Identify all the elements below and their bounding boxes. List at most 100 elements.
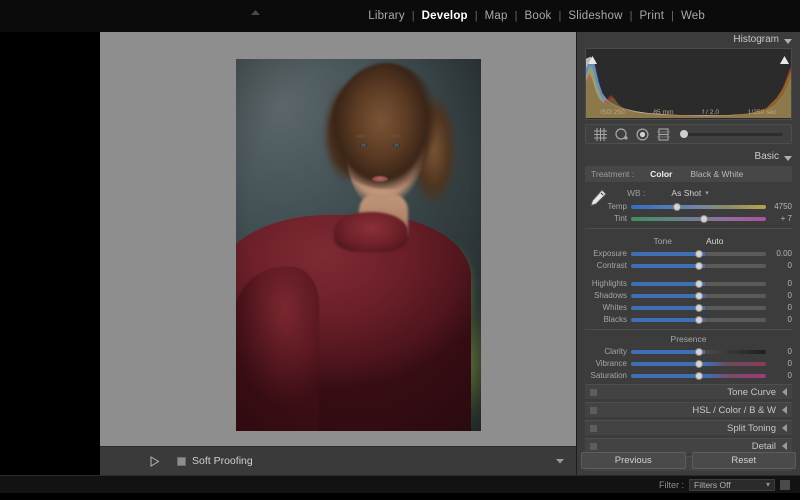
histogram-collapse-chevron-down-icon[interactable]	[784, 31, 792, 49]
slider-shadows-knob[interactable]	[694, 291, 703, 300]
slider-highlights-track[interactable]	[631, 279, 766, 288]
panel-detail[interactable]: Detail	[585, 438, 792, 453]
module-map[interactable]: Map	[478, 10, 515, 22]
previous-button[interactable]: Previous	[581, 452, 686, 469]
slider-whites[interactable]: Whites 0	[585, 302, 792, 313]
slider-vibrance-label: Vibrance	[595, 359, 627, 368]
slider-saturation[interactable]: Saturation 0	[585, 370, 792, 381]
treatment-row: Treatment : Color Black & White	[585, 166, 792, 182]
slider-exposure[interactable]: Exposure 0.00	[585, 248, 792, 259]
image-canvas[interactable]	[100, 32, 576, 446]
treatment-bw-option[interactable]: Black & White	[690, 169, 743, 179]
chevron-left-icon[interactable]	[782, 401, 788, 419]
wb-value[interactable]: As Shot	[671, 188, 701, 198]
slider-whites-label: Whites	[602, 303, 627, 312]
slider-whites-value[interactable]: 0	[766, 303, 792, 312]
slider-exposure-value[interactable]: 0.00	[766, 249, 792, 258]
filter-select[interactable]: Filters Off ▾	[689, 478, 775, 491]
treatment-color-option[interactable]: Color	[650, 169, 672, 179]
histogram-header[interactable]: Histogram	[581, 32, 796, 47]
slider-shadows-track[interactable]	[631, 291, 766, 300]
panel-switch-icon[interactable]	[590, 442, 597, 450]
slider-clarity-knob[interactable]	[694, 347, 703, 356]
graduated-filter-icon[interactable]	[657, 127, 670, 141]
white-balance-selector-icon[interactable]	[587, 187, 609, 209]
slider-vibrance-value[interactable]: 0	[766, 359, 792, 368]
slider-exposure-knob[interactable]	[694, 249, 703, 258]
panel-switch-icon[interactable]	[590, 424, 597, 432]
slider-shadows-value[interactable]: 0	[766, 291, 792, 300]
brush-size-knob[interactable]	[680, 130, 688, 138]
module-slideshow[interactable]: Slideshow	[561, 10, 629, 22]
slider-blacks-track[interactable]	[631, 315, 766, 324]
slider-tint[interactable]: Tint + 7	[585, 213, 792, 224]
slider-highlights[interactable]: Highlights 0	[585, 278, 792, 289]
slider-vibrance-track[interactable]	[631, 359, 766, 368]
chevron-left-icon[interactable]	[782, 383, 788, 401]
slider-saturation-knob[interactable]	[694, 371, 703, 380]
slider-tint-knob[interactable]	[699, 214, 708, 223]
panel-switch-icon[interactable]	[590, 388, 597, 396]
slider-temp-value[interactable]: 4750	[766, 202, 792, 211]
slider-vibrance[interactable]: Vibrance 0	[585, 358, 792, 369]
slider-blacks[interactable]: Blacks 0	[585, 314, 792, 325]
crop-overlay-icon[interactable]	[594, 127, 607, 141]
chevron-left-icon[interactable]	[782, 419, 788, 437]
filter-label: Filter :	[658, 479, 684, 490]
module-print[interactable]: Print	[632, 10, 671, 22]
slider-contrast[interactable]: Contrast 0	[585, 260, 792, 271]
slider-clarity[interactable]: Clarity 0	[585, 346, 792, 357]
slider-temp-track[interactable]	[631, 202, 766, 211]
panel-switch-icon[interactable]	[590, 406, 597, 414]
brush-size-slider[interactable]	[680, 130, 783, 138]
reset-button[interactable]: Reset	[691, 452, 796, 469]
module-web[interactable]: Web	[674, 10, 712, 22]
basic-panel-header[interactable]: Basic	[581, 149, 796, 164]
filter-chevron-down-icon[interactable]: ▾	[766, 480, 770, 489]
toolbar-chevron-down-icon[interactable]	[554, 457, 566, 465]
slider-highlights-knob[interactable]	[694, 279, 703, 288]
slider-blacks-knob[interactable]	[694, 315, 703, 324]
module-library[interactable]: Library	[361, 10, 412, 22]
panel-tone-curve[interactable]: Tone Curve	[585, 384, 792, 399]
panel-hsl-color-bw[interactable]: HSL / Color / B & W	[585, 402, 792, 417]
slider-clarity-track[interactable]	[631, 347, 766, 356]
slider-saturation-track[interactable]	[631, 371, 766, 380]
shadow-clipping-icon[interactable]	[588, 51, 597, 64]
module-develop[interactable]: Develop	[415, 10, 475, 22]
slider-whites-knob[interactable]	[694, 303, 703, 312]
slider-tint-track[interactable]	[631, 214, 766, 223]
red-eye-correction-icon[interactable]	[636, 127, 649, 141]
highlight-clipping-icon[interactable]	[780, 51, 789, 64]
panel-collapse-top-icon[interactable]	[248, 8, 262, 16]
spot-removal-icon[interactable]	[615, 127, 628, 141]
panel-split-toning[interactable]: Split Toning	[585, 420, 792, 435]
histogram-graph[interactable]: ISO 250 85 mm f / 2.0 1/250 sec	[585, 48, 792, 120]
divider	[585, 228, 792, 229]
slider-saturation-value[interactable]: 0	[766, 371, 792, 380]
slider-blacks-value[interactable]: 0	[766, 315, 792, 324]
slider-contrast-knob[interactable]	[694, 261, 703, 270]
slider-contrast-track[interactable]	[631, 261, 766, 270]
slider-tint-value[interactable]: + 7	[766, 214, 792, 223]
module-book[interactable]: Book	[517, 10, 558, 22]
play-icon[interactable]	[148, 455, 161, 468]
slider-temp-knob[interactable]	[672, 202, 681, 211]
filter-lock-icon[interactable]	[780, 479, 790, 490]
slider-clarity-value[interactable]: 0	[766, 347, 792, 356]
basic-collapse-chevron-down-icon[interactable]	[784, 148, 792, 166]
panel-button-row: Previous Reset	[581, 452, 796, 469]
slider-clarity-label: Clarity	[604, 347, 627, 356]
slider-shadows[interactable]: Shadows 0	[585, 290, 792, 301]
wb-chevron-down-icon[interactable]: ▾	[705, 189, 709, 197]
photo-preview[interactable]	[236, 59, 481, 431]
slider-whites-track[interactable]	[631, 303, 766, 312]
slider-highlights-value[interactable]: 0	[766, 279, 792, 288]
soft-proofing-checkbox[interactable]	[177, 456, 186, 466]
slider-vibrance-knob[interactable]	[694, 359, 703, 368]
slider-exposure-track[interactable]	[631, 249, 766, 258]
tone-auto-button[interactable]: Auto	[706, 236, 724, 246]
slider-temp[interactable]: Temp 4750	[585, 201, 792, 212]
slider-contrast-value[interactable]: 0	[766, 261, 792, 270]
left-panel-collapsed[interactable]	[0, 32, 100, 475]
